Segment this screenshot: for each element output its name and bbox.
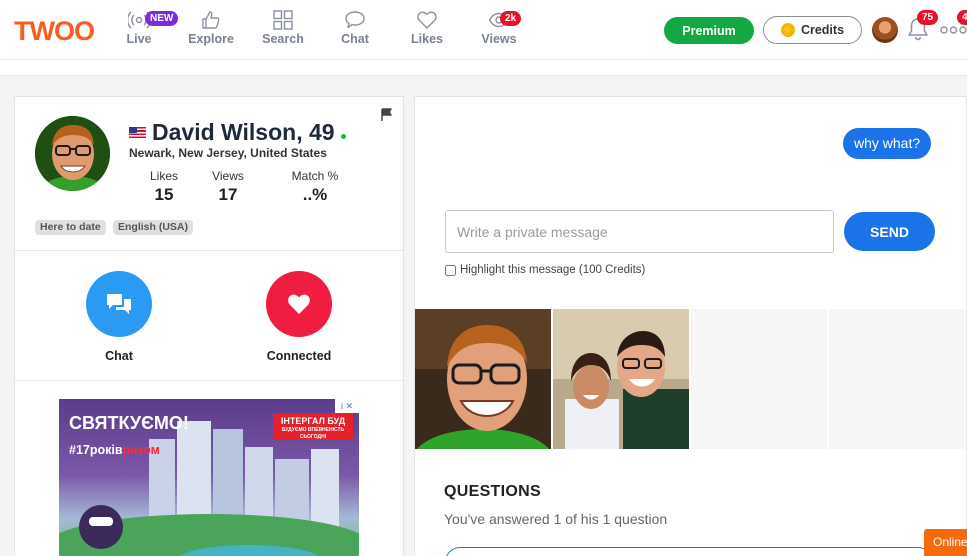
stat-label: Likes	[149, 169, 178, 183]
profile-photo	[35, 116, 110, 191]
questions-subtitle: You've answered 1 of his 1 question	[444, 511, 668, 527]
questions-title: QUESTIONS	[444, 483, 541, 500]
us-flag-icon	[129, 127, 146, 138]
sub-bar	[0, 60, 967, 76]
credits-button[interactable]: ⚡ Credits	[763, 16, 862, 44]
ad-subtitle-accent: разом	[122, 443, 160, 457]
stat-likes: Likes 15	[144, 169, 184, 205]
stat-label: Views	[212, 169, 244, 183]
nav-explore-label: Explore	[188, 32, 234, 46]
chat-action[interactable]: Chat	[69, 271, 169, 363]
nav-live-label: Live	[126, 32, 152, 46]
premium-button[interactable]: Premium	[664, 17, 754, 44]
ad-brand-slogan: БУДУЄМО ВПЕВНЕНІСТЬ СЬОГОДНІ	[281, 427, 345, 440]
chat-action-label: Chat	[105, 349, 133, 363]
profile-photo-2[interactable]	[553, 309, 689, 449]
photo-2-image	[553, 309, 689, 449]
tag-language: English (USA)	[113, 220, 193, 235]
photo-strip	[415, 309, 967, 449]
my-avatar[interactable]	[872, 17, 898, 43]
sent-message-bubble: why what?	[843, 128, 932, 159]
notifications-badge: 75	[917, 10, 939, 25]
profile-name-row: David Wilson, 49	[129, 119, 346, 146]
divider	[15, 250, 403, 251]
ad-brand-name: ІНТЕРГАЛ БУД	[280, 416, 346, 426]
nav-likes-label: Likes	[411, 32, 443, 46]
nav-views-label: Views	[481, 32, 517, 46]
stat-value: ..%	[302, 185, 328, 204]
nav-chat-label: Chat	[341, 32, 369, 46]
highlight-checkbox[interactable]	[445, 264, 456, 276]
chat-icon	[107, 294, 131, 314]
online-tab[interactable]: Online	[924, 529, 967, 556]
connected-action-label: Connected	[266, 349, 332, 363]
nav-likes[interactable]: Likes	[397, 10, 457, 46]
twoo-logo[interactable]: TWOO	[14, 16, 95, 47]
question-item[interactable]	[445, 547, 933, 556]
profile-name: David Wilson, 49	[152, 119, 335, 145]
profile-location: Newark, New Jersey, United States	[129, 146, 327, 160]
profile-card: David Wilson, 49 Newark, New Jersey, Uni…	[14, 96, 404, 556]
credits-label: Credits	[800, 23, 845, 37]
ad-title: СВЯТКУЄМО!	[69, 413, 189, 433]
tag-here-to-date: Here to date	[35, 220, 106, 235]
photo-placeholder	[829, 309, 965, 449]
ad-brand-logo: ІНТЕРГАЛ БУД БУДУЄМО ВПЕВНЕНІСТЬ СЬОГОДН…	[273, 413, 353, 440]
nav-chat[interactable]: Chat	[325, 10, 385, 46]
nav-live[interactable]: Live NEW	[109, 10, 179, 46]
chat-action-button[interactable]	[86, 271, 152, 337]
advertisement[interactable]: СВЯТКУЄМО! #17роківразом ІНТЕРГАЛ БУД БУ…	[59, 399, 359, 556]
more-badge: 4	[957, 10, 967, 25]
thumbs-up-icon	[202, 11, 220, 29]
highlight-option[interactable]: Highlight this message (100 Credits)	[445, 264, 645, 276]
photo-placeholder	[691, 309, 827, 449]
connected-action[interactable]: Connected	[249, 271, 349, 363]
connected-action-button[interactable]	[266, 271, 332, 337]
nav-explore[interactable]: Explore	[181, 10, 241, 46]
stat-match: Match % ..%	[285, 169, 345, 205]
nav-search[interactable]: Search	[253, 10, 313, 46]
grid-icon	[273, 10, 293, 30]
private-message-input[interactable]	[445, 210, 834, 253]
ad-close-button[interactable]: i ✕	[335, 399, 359, 413]
profile-photo-1[interactable]	[415, 309, 551, 449]
send-button[interactable]: SEND	[844, 212, 935, 251]
profile-avatar[interactable]	[35, 116, 110, 191]
views-count-badge: 2k	[500, 11, 522, 26]
lightning-coin-icon: ⚡	[780, 23, 795, 37]
stat-value: 15	[154, 185, 174, 204]
stat-value: 17	[218, 185, 238, 204]
chat-bubble-icon	[345, 11, 365, 29]
nav-search-label: Search	[262, 32, 304, 46]
stat-label: Match %	[291, 169, 339, 183]
highlight-label: Highlight this message (100 Credits)	[460, 264, 646, 276]
divider	[15, 380, 403, 381]
photo-1-image	[415, 309, 551, 449]
stat-views: Views 17	[208, 169, 248, 205]
report-flag-icon[interactable]	[380, 108, 394, 122]
heart-filled-icon	[288, 294, 310, 314]
new-badge: NEW	[145, 11, 179, 26]
ad-subtitle: #17роківразом	[69, 443, 160, 457]
more-dots-icon[interactable]	[940, 26, 967, 34]
heart-icon	[417, 11, 437, 29]
ad-subtitle-prefix: #17років	[69, 443, 123, 457]
nav-views[interactable]: Views 2k	[469, 10, 529, 46]
online-status-dot	[340, 134, 346, 139]
conversation-panel: why what? SEND Highlight this message (1…	[414, 96, 967, 556]
top-navigation-bar: TWOO Live NEW Explore Search Chat Likes …	[0, 0, 967, 60]
